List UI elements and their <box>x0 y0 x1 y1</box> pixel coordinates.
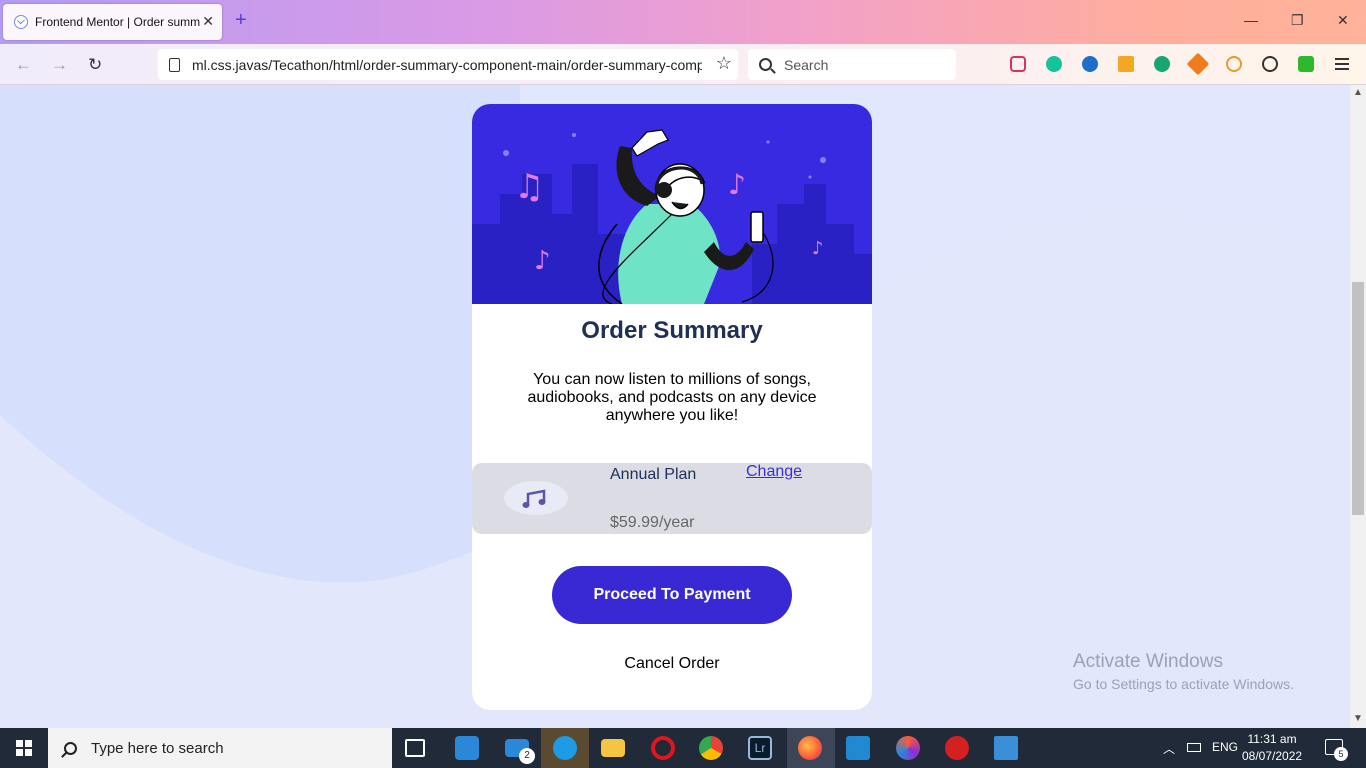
search-bar[interactable]: Search <box>748 49 956 80</box>
svg-text:♫: ♫ <box>514 167 544 207</box>
plan-price: $59.99/year <box>610 514 695 531</box>
address-bar[interactable]: ml.css.javas/Tecathon/html/order-summary… <box>158 49 738 80</box>
search-placeholder[interactable]: Search <box>784 57 828 73</box>
taskbar-search-box[interactable]: Type here to search <box>48 728 392 768</box>
page-scrollbar[interactable]: ▲ ▼ <box>1350 85 1366 728</box>
minimize-button[interactable]: — <box>1244 12 1258 28</box>
edge-icon[interactable] <box>553 736 577 760</box>
reload-button[interactable]: ↻ <box>88 55 102 75</box>
opera-icon[interactable] <box>651 736 675 760</box>
cancel-order-button[interactable]: Cancel Order <box>472 655 872 673</box>
watermark-title: Activate Windows <box>1073 651 1223 672</box>
card-description: You can now listen to millions of songs,… <box>527 371 817 424</box>
card-title: Order Summary <box>581 317 763 344</box>
app-icon[interactable] <box>945 736 969 760</box>
bookmark-star-icon[interactable]: ☆ <box>716 53 732 74</box>
photos-icon[interactable] <box>994 736 1018 760</box>
grammarly-icon[interactable] <box>1046 56 1062 72</box>
page-viewport: ♫ ♪ ♪ ♪ Order Summary You can now listen… <box>0 85 1350 728</box>
pocket-icon[interactable] <box>1010 56 1026 72</box>
close-tab-icon[interactable]: ✕ <box>202 13 214 30</box>
task-view-icon[interactable] <box>405 739 425 757</box>
mail-badge: 2 <box>519 748 535 764</box>
search-icon <box>64 741 77 755</box>
hero-illustration: ♫ ♪ ♪ ♪ <box>472 104 872 304</box>
page-icon <box>169 57 180 72</box>
music-note-icon <box>504 481 568 515</box>
taskbar-clock[interactable]: 11:31 am 08/07/2022 <box>1242 731 1302 765</box>
scrollbar-thumb[interactable] <box>1352 282 1364 515</box>
lightroom-icon[interactable]: Lr <box>748 736 772 760</box>
store-icon[interactable] <box>455 736 479 760</box>
menu-icon[interactable] <box>1335 58 1349 70</box>
back-button[interactable]: ← <box>15 55 32 75</box>
watermark-subtitle: Go to Settings to activate Windows. <box>1073 676 1294 692</box>
plan-name: Annual Plan <box>610 466 697 483</box>
cookie-icon[interactable] <box>1262 56 1278 72</box>
battery-icon[interactable] <box>1187 743 1201 752</box>
extension-icon[interactable] <box>1118 56 1134 72</box>
restore-button[interactable]: ❐ <box>1291 12 1304 29</box>
new-tab-button[interactable]: + <box>235 9 247 32</box>
tray-chevron-up-icon[interactable]: ︿ <box>1163 740 1175 757</box>
file-explorer-icon[interactable] <box>601 739 625 757</box>
scroll-down-arrow-icon[interactable]: ▼ <box>1353 713 1363 724</box>
firefox-icon[interactable] <box>798 736 822 760</box>
browser-toolbar: ← → ↻ ml.css.javas/Tecathon/html/order-s… <box>0 44 1366 85</box>
forward-button[interactable]: → <box>51 55 68 75</box>
activate-windows-watermark: Activate Windows Go to Settings to activ… <box>1073 651 1294 692</box>
taskbar-search-text[interactable]: Type here to search <box>91 740 224 757</box>
svg-text:♪: ♪ <box>534 246 551 276</box>
extension-icon[interactable] <box>1298 56 1314 72</box>
extension-icon[interactable] <box>1082 56 1098 72</box>
url-text[interactable]: ml.css.javas/Tecathon/html/order-summary… <box>192 57 702 73</box>
extension-icon[interactable] <box>1226 56 1242 72</box>
svg-text:♪: ♪ <box>812 238 824 259</box>
windows-start-icon[interactable] <box>16 740 32 756</box>
notification-count: 5 <box>1334 747 1348 761</box>
extension-icon[interactable] <box>1186 52 1210 76</box>
close-window-button[interactable]: ✕ <box>1337 12 1349 29</box>
plan-box: Annual Plan $59.99/year Change <box>472 463 872 534</box>
search-icon <box>759 58 772 71</box>
clock-time: 11:31 am <box>1247 732 1297 746</box>
browser-tab-bar: Frontend Mentor | Order summ ✕ + — ❐ ✕ <box>0 0 1366 44</box>
scroll-up-arrow-icon[interactable]: ▲ <box>1353 87 1363 98</box>
proceed-to-payment-button[interactable]: Proceed To Payment <box>552 566 792 624</box>
change-plan-link[interactable]: Change <box>746 463 802 481</box>
svg-text:♪: ♪ <box>728 168 746 201</box>
frontend-mentor-favicon-icon <box>14 15 28 29</box>
language-indicator[interactable]: ENG <box>1212 740 1238 754</box>
order-summary-card: ♫ ♪ ♪ ♪ Order Summary You can now listen… <box>472 104 872 710</box>
windows-taskbar: Type here to search 2 Lr ︿ ENG 11:31 am … <box>0 728 1366 768</box>
extension-icon[interactable] <box>1154 56 1170 72</box>
vscode-icon[interactable] <box>846 736 870 760</box>
firefox-dev-icon[interactable] <box>896 736 920 760</box>
clock-date: 08/07/2022 <box>1242 749 1303 763</box>
tab-title: Frontend Mentor | Order summ <box>35 15 200 29</box>
chrome-icon[interactable] <box>699 736 723 760</box>
browser-tab[interactable]: Frontend Mentor | Order summ ✕ <box>3 4 222 40</box>
